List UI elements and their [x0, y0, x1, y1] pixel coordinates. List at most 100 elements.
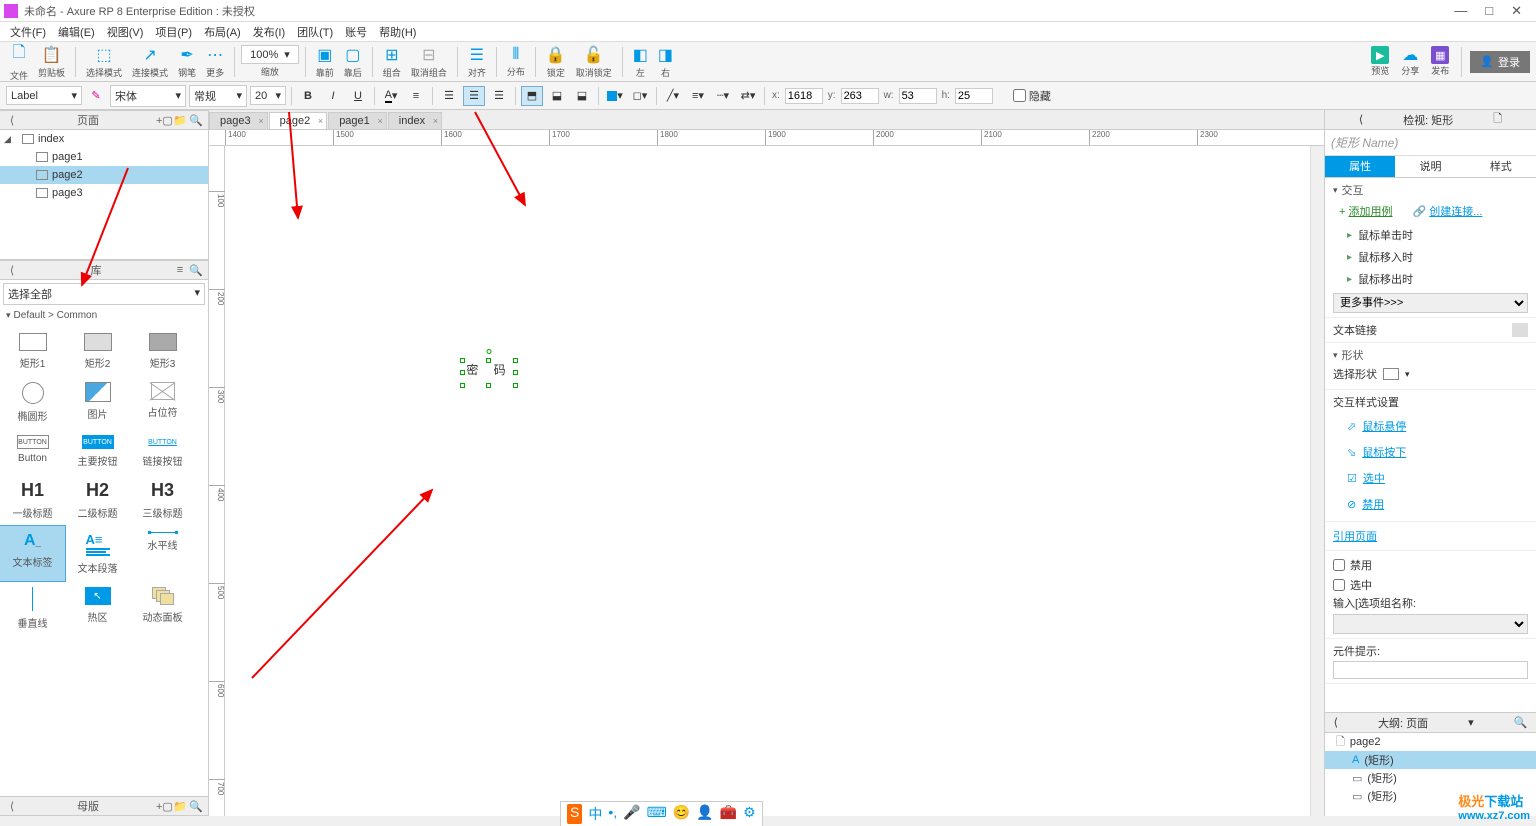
ref-page-link[interactable]: 引用页面 [1333, 526, 1377, 546]
event-onclick[interactable]: ▸鼠标单击时 [1333, 224, 1528, 246]
library-item-h1[interactable]: H1一级标题 [0, 474, 65, 526]
shape-picker[interactable] [1383, 368, 1399, 380]
page-tree-item[interactable]: page3 [0, 184, 208, 202]
h-input[interactable] [955, 88, 993, 104]
menu-edit[interactable]: 编辑(E) [52, 24, 101, 40]
event-mouseleave[interactable]: ▸鼠标移出时 [1333, 268, 1528, 290]
collapse-icon[interactable]: ⟨ [4, 800, 20, 813]
search-icon[interactable]: 🔍 [188, 264, 204, 277]
menu-help[interactable]: 帮助(H) [373, 24, 422, 40]
close-icon[interactable]: × [258, 116, 263, 126]
chevron-down-icon[interactable]: ▾ [1333, 185, 1338, 196]
maximize-button[interactable]: □ [1485, 3, 1493, 19]
library-item-rectg[interactable]: 矩形2 [65, 327, 130, 376]
style-preset-dropdown[interactable]: Label▾ [6, 86, 82, 105]
tooltip-input[interactable] [1333, 661, 1528, 679]
tb-group[interactable]: ⊞组合 [379, 45, 405, 79]
resize-handle-e[interactable] [513, 370, 518, 375]
event-mouseenter[interactable]: ▸鼠标移入时 [1333, 246, 1528, 268]
create-link-link[interactable]: 创建连接... [1429, 201, 1482, 221]
page-tab[interactable]: page3× [209, 112, 268, 129]
font-size-dropdown[interactable]: 20▾ [250, 86, 286, 105]
library-item-rect[interactable]: 矩形1 [0, 327, 65, 376]
resize-handle-s[interactable] [486, 383, 491, 388]
selected-widget[interactable]: 密 码 [463, 361, 515, 385]
tb-back[interactable]: ▢靠后 [340, 45, 366, 79]
fill-color-button[interactable]: ▾ [604, 86, 626, 106]
tb-pen[interactable]: ✒钢笔 [174, 45, 200, 79]
add-page-icon[interactable]: +▢ [156, 114, 172, 127]
ime-skin-icon[interactable]: 👤 [696, 804, 713, 824]
arrow-style-button[interactable]: ⇄▾ [737, 86, 759, 106]
preview-button[interactable]: ▶预览 [1367, 46, 1393, 77]
library-item-hline[interactable]: 水平线 [130, 526, 195, 581]
publish-button[interactable]: ▦发布 [1427, 46, 1453, 77]
outer-shadow-button[interactable]: ◻▾ [629, 86, 651, 106]
page-tree-item[interactable]: page1 [0, 148, 208, 166]
menu-team[interactable]: 团队(T) [291, 24, 339, 40]
valign-bot-button[interactable]: ⬓ [571, 86, 593, 106]
style-selected[interactable]: ☑选中 [1333, 465, 1528, 491]
tb-more[interactable]: ⋯更多 [202, 45, 228, 79]
ime-cn-icon[interactable]: 中 [588, 804, 602, 824]
tb-file[interactable]: 🗋文件 [6, 41, 32, 82]
bold-button[interactable]: B [297, 86, 319, 106]
ime-mic-icon[interactable]: 🎤 [623, 804, 640, 824]
text-link-button[interactable] [1512, 323, 1528, 337]
font-style-dropdown[interactable]: 常规▾ [189, 85, 247, 107]
valign-mid-button[interactable]: ⬓ [546, 86, 568, 106]
page-tab[interactable]: page1× [328, 112, 387, 129]
ime-toolbar[interactable]: S 中 •, 🎤 ⌨ 😊 👤 🧰 ⚙ [560, 801, 763, 826]
close-button[interactable]: ✕ [1511, 3, 1522, 19]
align-center-button[interactable]: ☰ [463, 86, 485, 106]
collapse-icon[interactable]: ⟨ [1359, 113, 1363, 126]
page-tree-item[interactable]: ◢index [0, 130, 208, 148]
resize-handle-w[interactable] [460, 370, 465, 375]
add-master-icon[interactable]: +▢ [156, 800, 172, 813]
minimize-button[interactable]: ― [1454, 3, 1467, 19]
tb-align[interactable]: ☰对齐 [464, 45, 490, 79]
library-item-hot[interactable]: ↖热区 [65, 581, 130, 636]
tb-left[interactable]: ◧左 [629, 45, 652, 79]
menu-arrange[interactable]: 布局(A) [198, 24, 247, 40]
chevron-down-icon[interactable]: ▾ [1333, 350, 1338, 361]
line-width-button[interactable]: ≡▾ [687, 86, 709, 106]
library-item-h2[interactable]: H2二级标题 [65, 474, 130, 526]
style-disabled[interactable]: ⊘禁用 [1333, 491, 1528, 517]
tb-lock[interactable]: 🔒锁定 [542, 45, 570, 79]
hidden-checkbox[interactable] [1013, 89, 1026, 102]
more-events-select[interactable]: 更多事件>>> [1333, 293, 1528, 313]
style-mousedown[interactable]: ⬂鼠标按下 [1333, 439, 1528, 465]
library-breadcrumb[interactable]: ▾Default > Common [0, 308, 208, 323]
ime-emoji-icon[interactable]: 😊 [673, 804, 690, 824]
rotate-handle[interactable] [487, 349, 492, 354]
resize-handle-sw[interactable] [460, 383, 465, 388]
library-item-dyn[interactable]: 动态面板 [130, 581, 195, 636]
page-tree-item[interactable]: page2 [0, 166, 208, 184]
ime-toolbox-icon[interactable]: 🧰 [720, 804, 737, 824]
underline-button[interactable]: U [347, 86, 369, 106]
selected-checkbox[interactable] [1333, 579, 1345, 591]
search-icon[interactable]: 🔍 [188, 800, 204, 813]
tb-select-mode[interactable]: ⬚选择模式 [82, 45, 126, 79]
line-style-button[interactable]: ┄▾ [712, 86, 734, 106]
tab-properties[interactable]: 属性 [1325, 156, 1395, 177]
login-button[interactable]: 👤登录 [1470, 51, 1530, 73]
menu-file[interactable]: 文件(F) [4, 24, 52, 40]
library-select[interactable]: 选择全部▾ [3, 283, 205, 305]
tb-connect-mode[interactable]: ↗连接模式 [128, 45, 172, 79]
menu-view[interactable]: 视图(V) [101, 24, 150, 40]
tb-front[interactable]: ▣靠前 [312, 45, 338, 79]
add-folder-icon[interactable]: 📁 [172, 800, 188, 813]
library-item-circle[interactable]: 椭圆形 [0, 376, 65, 429]
library-item-para[interactable]: A≡文本段落 [65, 526, 130, 581]
ime-keyboard-icon[interactable]: ⌨ [647, 804, 667, 824]
disabled-checkbox[interactable] [1333, 559, 1345, 571]
italic-button[interactable]: I [322, 86, 344, 106]
x-input[interactable] [785, 88, 823, 104]
page-icon[interactable]: 🗋 [1493, 110, 1502, 129]
selection-group-select[interactable] [1333, 614, 1528, 634]
outline-item[interactable]: A(矩形) [1325, 751, 1536, 769]
collapse-icon[interactable]: ⟨ [4, 264, 20, 277]
align-left-button[interactable]: ☰ [438, 86, 460, 106]
